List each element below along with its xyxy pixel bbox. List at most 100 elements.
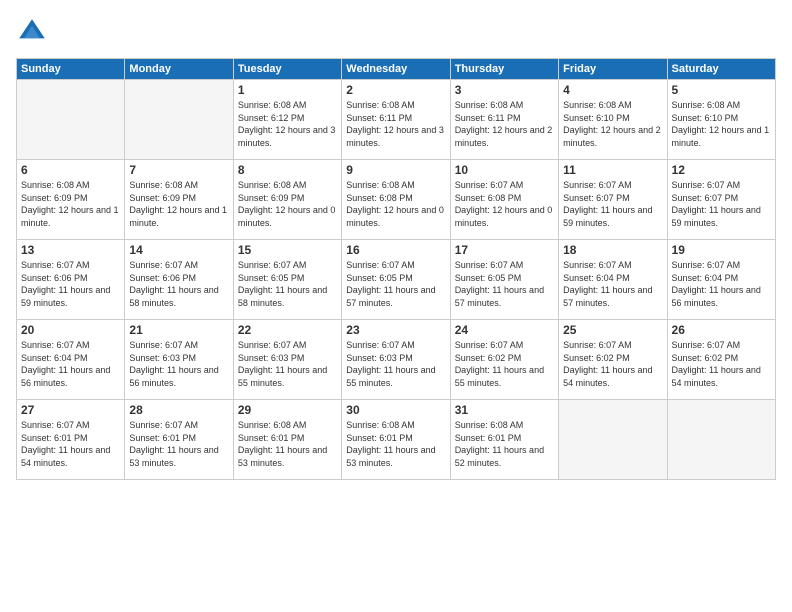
- day-number: 19: [672, 243, 771, 257]
- weekday-header: Thursday: [450, 59, 558, 80]
- calendar-cell: 4 Sunrise: 6:08 AM Sunset: 6:10 PM Daylig…: [559, 80, 667, 160]
- day-number: 25: [563, 323, 662, 337]
- day-info: Sunrise: 6:07 AM Sunset: 6:04 PM Dayligh…: [672, 259, 771, 309]
- day-info: Sunrise: 6:07 AM Sunset: 6:02 PM Dayligh…: [672, 339, 771, 389]
- calendar-cell: 18 Sunrise: 6:07 AM Sunset: 6:04 PM Dayli…: [559, 240, 667, 320]
- calendar-cell: 26 Sunrise: 6:07 AM Sunset: 6:02 PM Dayli…: [667, 320, 775, 400]
- day-info: Sunrise: 6:08 AM Sunset: 6:10 PM Dayligh…: [672, 99, 771, 149]
- calendar-cell: 21 Sunrise: 6:07 AM Sunset: 6:03 PM Dayli…: [125, 320, 233, 400]
- day-number: 18: [563, 243, 662, 257]
- day-info: Sunrise: 6:08 AM Sunset: 6:12 PM Dayligh…: [238, 99, 337, 149]
- day-number: 4: [563, 83, 662, 97]
- day-number: 9: [346, 163, 445, 177]
- day-info: Sunrise: 6:07 AM Sunset: 6:03 PM Dayligh…: [346, 339, 445, 389]
- day-info: Sunrise: 6:08 AM Sunset: 6:11 PM Dayligh…: [346, 99, 445, 149]
- calendar-cell: 14Sunrise: 6:07 AM Sunset: 6:06 PM Dayli…: [125, 240, 233, 320]
- weekday-header: Wednesday: [342, 59, 450, 80]
- day-number: 26: [672, 323, 771, 337]
- week-row: 6 Sunrise: 6:08 AM Sunset: 6:09 PM Daylig…: [17, 160, 776, 240]
- calendar-cell: 30 Sunrise: 6:08 AM Sunset: 6:01 PM Dayli…: [342, 400, 450, 480]
- calendar-cell: 13 Sunrise: 6:07 AM Sunset: 6:06 PM Dayli…: [17, 240, 125, 320]
- day-number: 29: [238, 403, 337, 417]
- day-number: 8: [238, 163, 337, 177]
- calendar-cell: 27 Sunrise: 6:07 AM Sunset: 6:01 PM Dayli…: [17, 400, 125, 480]
- day-info: Sunrise: 6:08 AM Sunset: 6:09 PM Dayligh…: [21, 179, 120, 229]
- calendar-cell: 25 Sunrise: 6:07 AM Sunset: 6:02 PM Dayli…: [559, 320, 667, 400]
- calendar-cell: 23Sunrise: 6:07 AM Sunset: 6:03 PM Dayli…: [342, 320, 450, 400]
- day-info: Sunrise: 6:07 AM Sunset: 6:05 PM Dayligh…: [346, 259, 445, 309]
- weekday-header: Friday: [559, 59, 667, 80]
- day-number: 30: [346, 403, 445, 417]
- calendar-cell: 1 Sunrise: 6:08 AM Sunset: 6:12 PM Daylig…: [233, 80, 341, 160]
- calendar-cell: 16 Sunrise: 6:07 AM Sunset: 6:05 PM Dayli…: [342, 240, 450, 320]
- day-info: Sunrise: 6:08 AM Sunset: 6:11 PM Dayligh…: [455, 99, 554, 149]
- page: SundayMondayTuesdayWednesdayThursdayFrid…: [0, 0, 792, 612]
- calendar-cell: 2 Sunrise: 6:08 AM Sunset: 6:11 PM Daylig…: [342, 80, 450, 160]
- day-number: 1: [238, 83, 337, 97]
- day-number: 31: [455, 403, 554, 417]
- calendar-cell: [667, 400, 775, 480]
- day-info: Sunrise: 6:07 AM Sunset: 6:02 PM Dayligh…: [455, 339, 554, 389]
- calendar-cell: [559, 400, 667, 480]
- calendar-cell: 24 Sunrise: 6:07 AM Sunset: 6:02 PM Dayli…: [450, 320, 558, 400]
- calendar-cell: 29 Sunrise: 6:08 AM Sunset: 6:01 PM Dayli…: [233, 400, 341, 480]
- calendar-cell: [17, 80, 125, 160]
- calendar-cell: 12Sunrise: 6:07 AM Sunset: 6:07 PM Dayli…: [667, 160, 775, 240]
- day-info: Sunrise: 6:07 AM Sunset: 6:06 PM Dayligh…: [21, 259, 120, 309]
- day-info: Sunrise: 6:07 AM Sunset: 6:05 PM Dayligh…: [455, 259, 554, 309]
- calendar-cell: 9 Sunrise: 6:08 AM Sunset: 6:08 PM Daylig…: [342, 160, 450, 240]
- day-info: Sunrise: 6:07 AM Sunset: 6:08 PM Dayligh…: [455, 179, 554, 229]
- day-number: 24: [455, 323, 554, 337]
- week-row: 20Sunrise: 6:07 AM Sunset: 6:04 PM Dayli…: [17, 320, 776, 400]
- day-info: Sunrise: 6:07 AM Sunset: 6:01 PM Dayligh…: [21, 419, 120, 469]
- calendar-cell: 22 Sunrise: 6:07 AM Sunset: 6:03 PM Dayli…: [233, 320, 341, 400]
- week-row: 13 Sunrise: 6:07 AM Sunset: 6:06 PM Dayli…: [17, 240, 776, 320]
- day-number: 6: [21, 163, 120, 177]
- calendar-cell: 7 Sunrise: 6:08 AM Sunset: 6:09 PM Daylig…: [125, 160, 233, 240]
- day-info: Sunrise: 6:07 AM Sunset: 6:07 PM Dayligh…: [672, 179, 771, 229]
- calendar-cell: 6 Sunrise: 6:08 AM Sunset: 6:09 PM Daylig…: [17, 160, 125, 240]
- day-info: Sunrise: 6:08 AM Sunset: 6:01 PM Dayligh…: [346, 419, 445, 469]
- day-info: Sunrise: 6:07 AM Sunset: 6:03 PM Dayligh…: [238, 339, 337, 389]
- calendar-cell: 28Sunrise: 6:07 AM Sunset: 6:01 PM Dayli…: [125, 400, 233, 480]
- day-number: 16: [346, 243, 445, 257]
- day-info: Sunrise: 6:08 AM Sunset: 6:10 PM Dayligh…: [563, 99, 662, 149]
- calendar-cell: 19 Sunrise: 6:07 AM Sunset: 6:04 PM Dayli…: [667, 240, 775, 320]
- day-number: 13: [21, 243, 120, 257]
- day-info: Sunrise: 6:07 AM Sunset: 6:03 PM Dayligh…: [129, 339, 228, 389]
- day-info: Sunrise: 6:08 AM Sunset: 6:08 PM Dayligh…: [346, 179, 445, 229]
- header: [16, 16, 776, 48]
- day-info: Sunrise: 6:08 AM Sunset: 6:01 PM Dayligh…: [455, 419, 554, 469]
- day-info: Sunrise: 6:07 AM Sunset: 6:04 PM Dayligh…: [21, 339, 120, 389]
- day-number: 10: [455, 163, 554, 177]
- calendar-cell: 11Sunrise: 6:07 AM Sunset: 6:07 PM Dayli…: [559, 160, 667, 240]
- week-row: 1 Sunrise: 6:08 AM Sunset: 6:12 PM Daylig…: [17, 80, 776, 160]
- calendar-cell: 8 Sunrise: 6:08 AM Sunset: 6:09 PM Daylig…: [233, 160, 341, 240]
- calendar-cell: 20Sunrise: 6:07 AM Sunset: 6:04 PM Dayli…: [17, 320, 125, 400]
- weekday-header: Sunday: [17, 59, 125, 80]
- day-number: 27: [21, 403, 120, 417]
- weekday-header-row: SundayMondayTuesdayWednesdayThursdayFrid…: [17, 59, 776, 80]
- weekday-header: Tuesday: [233, 59, 341, 80]
- day-number: 22: [238, 323, 337, 337]
- calendar-cell: 15Sunrise: 6:07 AM Sunset: 6:05 PM Dayli…: [233, 240, 341, 320]
- weekday-header: Saturday: [667, 59, 775, 80]
- day-number: 2: [346, 83, 445, 97]
- day-number: 7: [129, 163, 228, 177]
- day-number: 14: [129, 243, 228, 257]
- day-info: Sunrise: 6:07 AM Sunset: 6:07 PM Dayligh…: [563, 179, 662, 229]
- day-info: Sunrise: 6:07 AM Sunset: 6:05 PM Dayligh…: [238, 259, 337, 309]
- logo: [16, 16, 54, 48]
- calendar-cell: [125, 80, 233, 160]
- day-info: Sunrise: 6:08 AM Sunset: 6:09 PM Dayligh…: [238, 179, 337, 229]
- day-info: Sunrise: 6:07 AM Sunset: 6:04 PM Dayligh…: [563, 259, 662, 309]
- day-info: Sunrise: 6:07 AM Sunset: 6:02 PM Dayligh…: [563, 339, 662, 389]
- day-number: 5: [672, 83, 771, 97]
- calendar-cell: 3 Sunrise: 6:08 AM Sunset: 6:11 PM Daylig…: [450, 80, 558, 160]
- day-number: 28: [129, 403, 228, 417]
- calendar-cell: 17Sunrise: 6:07 AM Sunset: 6:05 PM Dayli…: [450, 240, 558, 320]
- day-info: Sunrise: 6:08 AM Sunset: 6:01 PM Dayligh…: [238, 419, 337, 469]
- day-info: Sunrise: 6:08 AM Sunset: 6:09 PM Dayligh…: [129, 179, 228, 229]
- day-number: 21: [129, 323, 228, 337]
- day-number: 3: [455, 83, 554, 97]
